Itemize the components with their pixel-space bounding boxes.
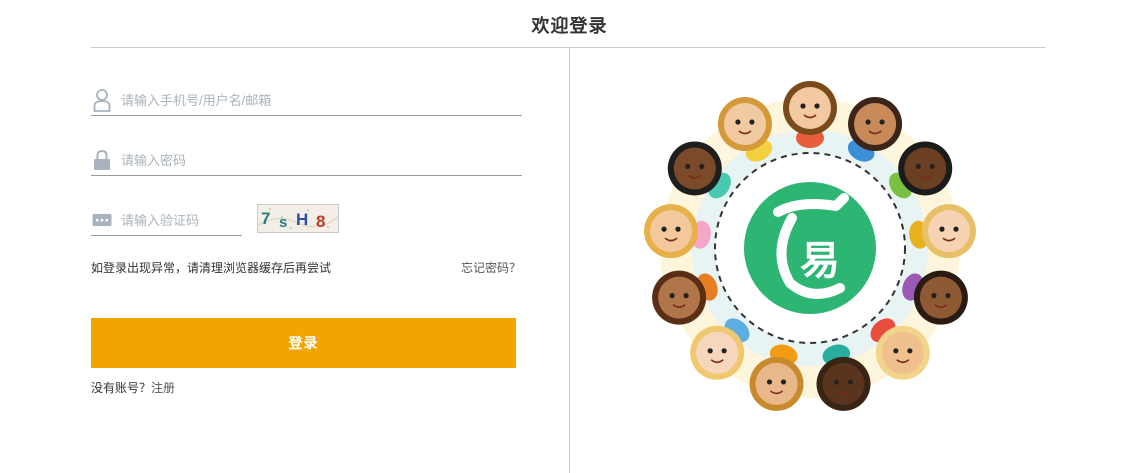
forgot-password-link[interactable]: 忘记密码？ [461, 259, 521, 276]
captcha-field[interactable] [91, 205, 242, 236]
svg-text:易: 易 [800, 238, 840, 284]
svg-text:H: H [296, 210, 308, 229]
vertical-divider [569, 48, 570, 473]
keyboard-icon [92, 208, 112, 232]
login-button[interactable]: 登录 [91, 318, 516, 368]
svg-text:s: s [279, 214, 287, 231]
password-input[interactable] [121, 152, 481, 168]
kids-circle-illustration: 易 [640, 78, 980, 418]
password-field[interactable] [91, 145, 522, 176]
no-account-label: 没有账号？ [91, 381, 152, 395]
svg-text:8: 8 [316, 212, 325, 231]
username-field[interactable] [91, 85, 522, 116]
username-input[interactable] [121, 92, 481, 108]
captcha-image[interactable]: 7 s H 8 [257, 204, 339, 233]
captcha-input[interactable] [121, 212, 231, 228]
register-link[interactable]: 注册 [151, 381, 175, 395]
lock-icon [92, 148, 112, 172]
page-title: 欢迎登录 [531, 16, 608, 36]
register-row: 没有账号？注册 [91, 379, 175, 396]
login-hint: 如登录出现异常，请清理浏览器缓存后再尝试 [91, 261, 332, 275]
svg-text:7: 7 [261, 209, 270, 228]
user-icon [92, 88, 112, 112]
